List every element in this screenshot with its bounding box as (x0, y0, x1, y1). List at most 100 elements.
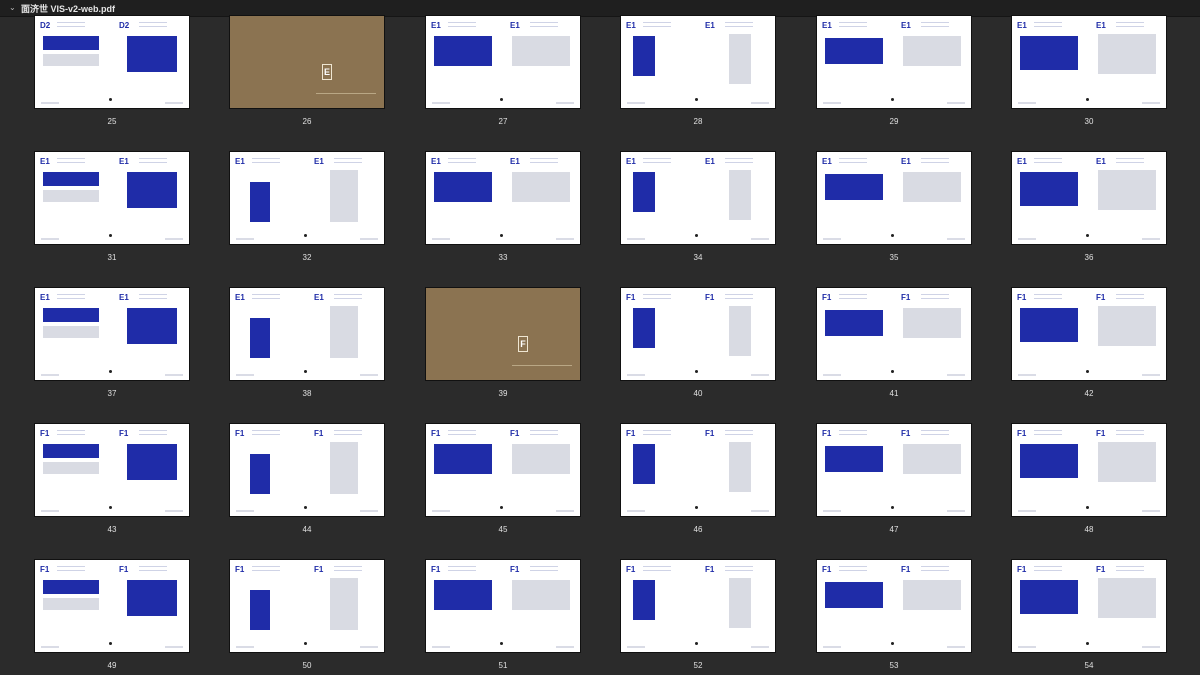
page-thumbnail[interactable]: F1 F1 (230, 424, 384, 516)
page-thumbnail-cell[interactable]: E1 E1 37 (35, 288, 189, 398)
page-thumbnail-cell[interactable]: E1 E1 38 (230, 288, 384, 398)
spread-footer-rule (823, 102, 841, 104)
spread-header-rule (139, 566, 167, 571)
page-thumbnail[interactable]: E1 E1 (230, 288, 384, 380)
page-thumbnail-cell[interactable]: F 39 (426, 288, 580, 398)
page-thumbnail[interactable]: F1 F1 (621, 288, 775, 380)
page-thumbnail-cell[interactable]: E1 E1 30 (1012, 16, 1166, 126)
page-number-label: 39 (498, 389, 508, 398)
page-thumbnail-cell[interactable]: F1 F1 48 (1012, 424, 1166, 534)
page-thumbnail[interactable]: E1 E1 (1012, 16, 1166, 108)
page-thumbnail[interactable]: D2 D2 (35, 16, 189, 108)
spread-section-code: E1 (119, 157, 129, 166)
spread-section-code: F1 (510, 565, 520, 574)
page-thumbnail[interactable]: F1 F1 (426, 560, 580, 652)
page-number-label: 49 (107, 661, 117, 670)
page-thumbnail[interactable]: F1 F1 (621, 560, 775, 652)
page-thumbnail[interactable]: E1 E1 (621, 152, 775, 244)
page-thumbnail-cell[interactable]: E1 E1 33 (426, 152, 580, 262)
page-thumbnail[interactable]: E1 E1 (1012, 152, 1166, 244)
spread-footer-rule (1142, 374, 1160, 376)
page-thumbnail-cell[interactable]: D2 D2 25 (35, 16, 189, 126)
page-thumbnail[interactable]: F1 F1 (817, 424, 971, 516)
page-thumbnail-cell[interactable]: E1 E1 31 (35, 152, 189, 262)
spread-section-code: F1 (1096, 429, 1106, 438)
page-thumbnail[interactable]: E1 E1 (426, 152, 580, 244)
page-number-label: 34 (693, 253, 703, 262)
page-thumbnail-cell[interactable]: F1 F1 49 (35, 560, 189, 670)
page-thumbnail-cell[interactable]: E1 E1 27 (426, 16, 580, 126)
page-thumbnail-cell[interactable]: F1 F1 40 (621, 288, 775, 398)
page-thumbnail[interactable]: E (230, 16, 384, 108)
page-thumbnail[interactable]: F1 F1 (1012, 288, 1166, 380)
spread-section-code: F1 (119, 565, 129, 574)
page-thumbnail-cell[interactable]: F1 F1 42 (1012, 288, 1166, 398)
page-thumbnail-cell[interactable]: F1 F1 46 (621, 424, 775, 534)
page-thumbnail[interactable]: E1 E1 (35, 288, 189, 380)
page-thumbnail-cell[interactable]: F1 F1 44 (230, 424, 384, 534)
page-number-label: 31 (107, 253, 117, 262)
page-thumbnail-cell[interactable]: F1 F1 52 (621, 560, 775, 670)
page-thumbnail[interactable]: F1 F1 (35, 560, 189, 652)
spread-header-rule (139, 158, 167, 163)
mockup-image (43, 308, 99, 322)
chevron-down-icon[interactable]: ⌄ (9, 0, 19, 16)
page-thumbnail-cell[interactable]: F1 F1 53 (817, 560, 971, 670)
page-thumbnail[interactable]: E1 E1 (817, 152, 971, 244)
mockup-image (250, 454, 270, 494)
spread-footer-rule (1018, 102, 1036, 104)
page-thumbnail[interactable]: E1 E1 (230, 152, 384, 244)
page-thumbnail-cell[interactable]: F1 F1 50 (230, 560, 384, 670)
page-thumbnail-cell[interactable]: E1 E1 32 (230, 152, 384, 262)
spread-section-code: F1 (119, 429, 129, 438)
spread-header-rule (57, 22, 85, 27)
spread-header-rule (252, 430, 280, 435)
page-thumbnail[interactable]: F1 F1 (817, 288, 971, 380)
page-thumbnail-cell[interactable]: E1 E1 34 (621, 152, 775, 262)
page-number-label: 45 (498, 525, 508, 534)
page-thumbnail-cell[interactable]: E1 E1 29 (817, 16, 971, 126)
page-thumbnail-cell[interactable]: E 26 (230, 16, 384, 126)
mockup-image (1020, 580, 1078, 614)
page-thumbnail-cell[interactable]: F1 F1 41 (817, 288, 971, 398)
page-thumbnail[interactable]: F1 F1 (1012, 424, 1166, 516)
mockup-image (1020, 308, 1078, 342)
spread-header-rule (57, 430, 85, 435)
page-thumbnail-cell[interactable]: E1 E1 36 (1012, 152, 1166, 262)
spread-header-rule (252, 158, 280, 163)
spread-header-rule (139, 294, 167, 299)
section-divider-line (316, 93, 376, 94)
page-thumbnail[interactable]: E1 E1 (35, 152, 189, 244)
mockup-image (633, 172, 655, 212)
mockup-image (633, 308, 655, 348)
page-thumbnail-cell[interactable]: F1 F1 45 (426, 424, 580, 534)
page-number-label: 35 (889, 253, 899, 262)
page-thumbnail-cell[interactable]: F1 F1 47 (817, 424, 971, 534)
spread-header-rule (921, 294, 949, 299)
page-thumbnail[interactable]: E1 E1 (426, 16, 580, 108)
page-thumbnail[interactable]: F1 F1 (426, 424, 580, 516)
spread-header-rule (139, 430, 167, 435)
spread-header-rule (1034, 22, 1062, 27)
page-thumbnail-cell[interactable]: F1 F1 51 (426, 560, 580, 670)
spread-header-rule (725, 566, 753, 571)
page-thumbnail[interactable]: F1 F1 (621, 424, 775, 516)
page-thumbnail-cell[interactable]: E1 E1 35 (817, 152, 971, 262)
spread-section-code: F1 (510, 429, 520, 438)
page-thumbnail[interactable]: F1 F1 (817, 560, 971, 652)
spread-footer-rule (41, 238, 59, 240)
page-thumbnail[interactable]: F (426, 288, 580, 380)
page-thumbnail-cell[interactable]: F1 F1 54 (1012, 560, 1166, 670)
page-thumbnail[interactable]: F1 F1 (1012, 560, 1166, 652)
page-thumbnail[interactable]: E1 E1 (817, 16, 971, 108)
page-thumbnail-cell[interactable]: E1 E1 28 (621, 16, 775, 126)
spread-section-code: E1 (901, 21, 911, 30)
page-thumbnail[interactable]: E1 E1 (621, 16, 775, 108)
spread-footer-rule (1142, 510, 1160, 512)
spread-header-rule (252, 566, 280, 571)
spread-footer-rule (751, 374, 769, 376)
page-thumbnail[interactable]: F1 F1 (230, 560, 384, 652)
page-thumbnail[interactable]: F1 F1 (35, 424, 189, 516)
page-marker-dot (1086, 506, 1089, 509)
page-thumbnail-cell[interactable]: F1 F1 43 (35, 424, 189, 534)
